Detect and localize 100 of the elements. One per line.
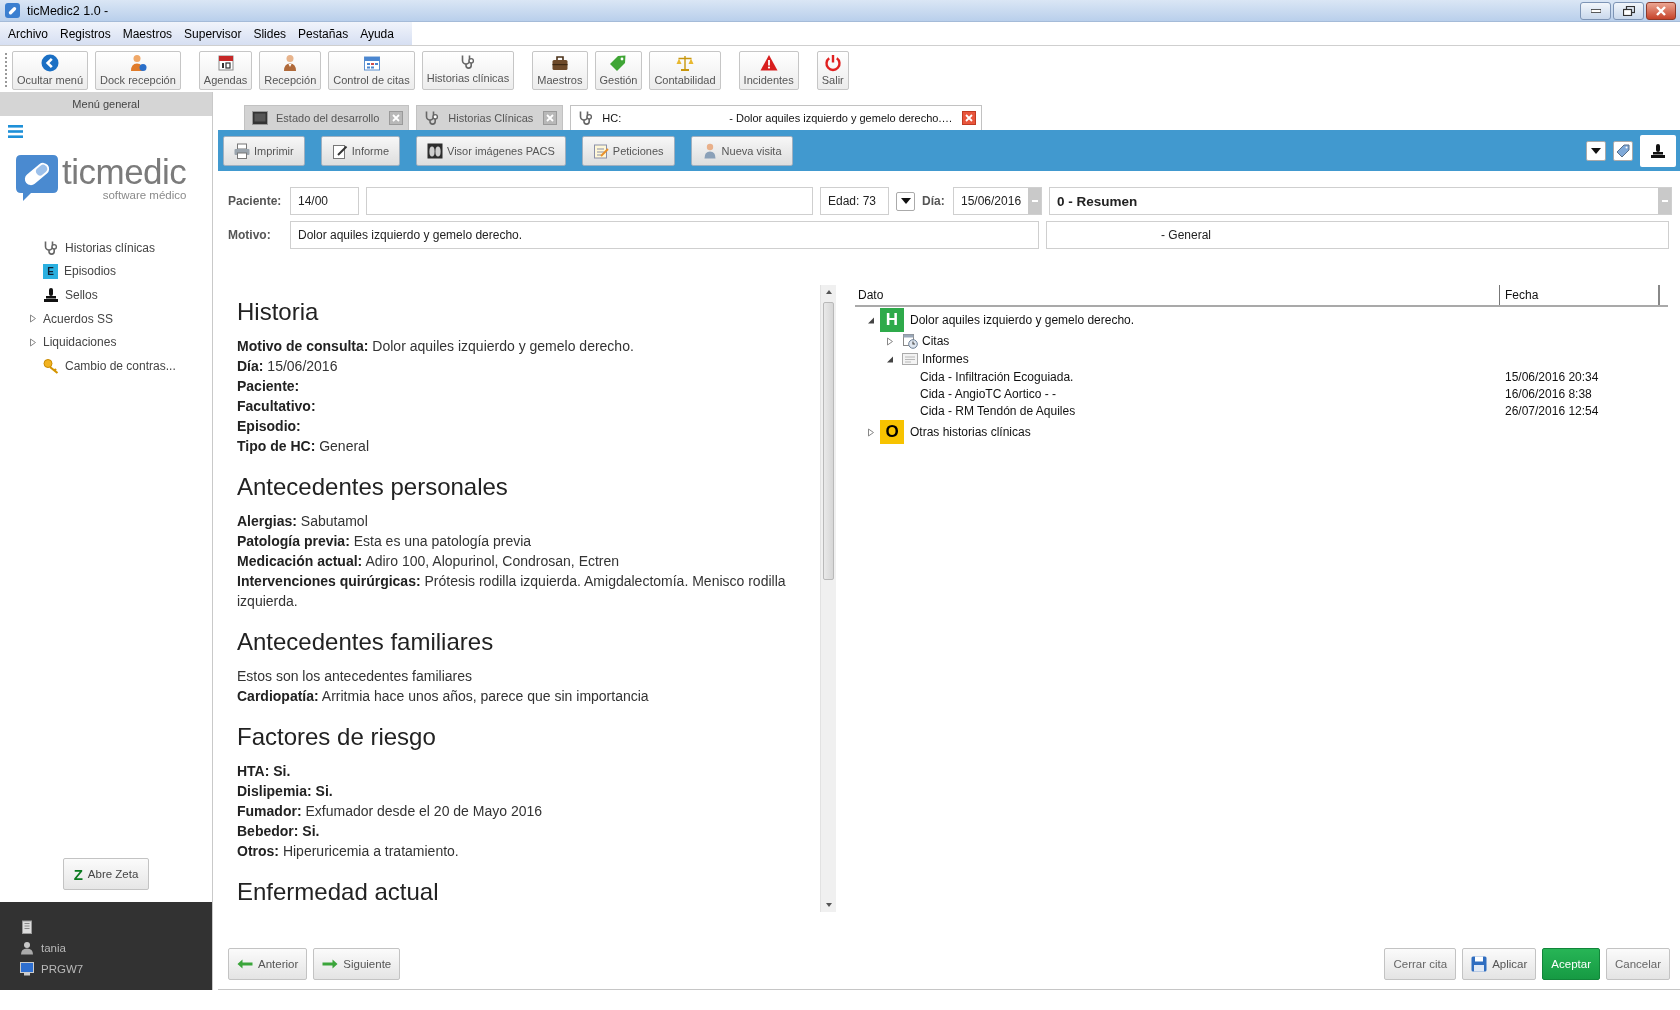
history-line: Alergias: Sabutamol bbox=[237, 512, 369, 531]
stethoscope-icon bbox=[578, 110, 595, 126]
monitor-icon bbox=[20, 961, 34, 976]
toolbar-button[interactable]: Dock recepción bbox=[95, 51, 181, 90]
sidebar-item[interactable]: Cambio de contras... bbox=[0, 353, 212, 378]
logo-text: ticmedic bbox=[62, 155, 187, 189]
menu-item[interactable]: Pestañas bbox=[292, 22, 355, 45]
scales-icon bbox=[676, 54, 694, 72]
minus-icon bbox=[1661, 200, 1668, 202]
sidebar-item[interactable]: Historias clínicas bbox=[0, 236, 212, 260]
sidebar-item[interactable]: E Episodios bbox=[0, 259, 212, 284]
history-line: Paciente: bbox=[237, 377, 301, 396]
dropdown-button[interactable] bbox=[896, 191, 915, 211]
caret-icon bbox=[900, 198, 911, 204]
menu-item[interactable]: Supervisor bbox=[178, 22, 248, 45]
toolbar-button[interactable]: Contabilidad bbox=[649, 51, 721, 90]
calendar-clock-icon bbox=[902, 333, 918, 349]
right-arrow-icon bbox=[322, 959, 339, 969]
section-select[interactable]: 0 - Resumen bbox=[1049, 187, 1672, 215]
restore-button[interactable] bbox=[1613, 1, 1644, 20]
toolbar-button[interactable]: Agendas bbox=[198, 51, 253, 90]
scrollbar[interactable] bbox=[820, 285, 836, 912]
toolbar-button[interactable]: Gestión bbox=[594, 51, 643, 90]
history-line: Facultativo: bbox=[237, 397, 317, 416]
zeta-button[interactable]: Z Abre Zeta bbox=[63, 858, 149, 890]
tree-item-label[interactable]: Cida - Infiltración Ecoguiada. bbox=[920, 369, 1074, 384]
toolbar-button[interactable]: Incidentes bbox=[738, 51, 799, 90]
dialog-button[interactable]: Cancelar bbox=[1605, 948, 1670, 980]
expand-arrow-icon[interactable] bbox=[867, 315, 875, 325]
menu-icon[interactable] bbox=[8, 125, 23, 138]
stethoscope-icon bbox=[43, 239, 59, 256]
dropdown-button[interactable] bbox=[1586, 140, 1606, 161]
tree-item-label[interactable]: Cida - AngioTC Aortico - - bbox=[920, 386, 1057, 401]
sidebar-item[interactable]: Liquidaciones bbox=[0, 330, 212, 354]
section-heading: Enfermedad actual bbox=[237, 879, 440, 905]
tree-item-label[interactable]: Dolor aquiles izquierdo y gemelo derecho. bbox=[910, 313, 1135, 327]
close-button[interactable] bbox=[1646, 1, 1676, 20]
minimize-button[interactable] bbox=[1580, 1, 1611, 20]
toolbar-button[interactable]: Imprimir bbox=[223, 135, 305, 166]
tree-item-label[interactable]: Informes bbox=[922, 352, 969, 366]
menu-item[interactable]: Archivo bbox=[2, 22, 54, 45]
tree-item-label[interactable]: Citas bbox=[922, 334, 950, 348]
date-field[interactable]: 15/06/2016 bbox=[953, 187, 1042, 215]
history-line: Tipo de HC: General bbox=[237, 437, 370, 456]
doctor-field[interactable]: - General bbox=[1046, 221, 1669, 249]
toolbar-button[interactable]: Salir bbox=[816, 51, 849, 90]
patient-id-field[interactable]: 14/00 bbox=[290, 187, 359, 215]
panel-header: Menú general bbox=[0, 92, 212, 116]
sidebar-item[interactable]: Sellos bbox=[0, 283, 212, 307]
scroll-thumb[interactable] bbox=[823, 302, 834, 580]
restore-icon bbox=[1622, 5, 1635, 16]
stamp-icon bbox=[1650, 142, 1666, 159]
menu-item[interactable]: Registros bbox=[54, 22, 117, 45]
close-icon[interactable] bbox=[543, 111, 558, 125]
close-icon[interactable] bbox=[389, 111, 404, 125]
toolbar-button[interactable]: Control de citas bbox=[328, 51, 415, 90]
minus-icon bbox=[1031, 200, 1038, 202]
printer-icon bbox=[234, 142, 250, 159]
history-line: HTA: Si. bbox=[237, 762, 292, 781]
toolbar-button[interactable]: Ocultar menú bbox=[12, 51, 89, 90]
toolbar-button[interactable]: Recepción bbox=[259, 51, 322, 90]
toolbar-button[interactable]: Historias clínicas bbox=[421, 51, 515, 90]
column-header[interactable]: Dato bbox=[855, 285, 1500, 305]
form-label: Motivo: bbox=[228, 228, 272, 242]
date-cell-text: 16/06/2016 8:38 bbox=[1504, 386, 1592, 401]
toolbar-button[interactable]: Maestros bbox=[532, 51, 588, 90]
toolbar-button[interactable]: Peticiones bbox=[581, 135, 675, 166]
tree-item-label[interactable]: Otras historias clínicas bbox=[910, 425, 1031, 439]
menu-item[interactable]: Slides bbox=[247, 22, 293, 45]
tree-item-label[interactable]: Cida - RM Tendón de Aquiles bbox=[920, 403, 1076, 418]
calendar-icon bbox=[216, 54, 235, 72]
toolbar-button[interactable]: Visor imágenes PACS bbox=[416, 135, 566, 166]
reason-field[interactable]: Dolor aquiles izquierdo y gemelo derecho. bbox=[290, 221, 1039, 249]
power-icon bbox=[823, 54, 842, 72]
tab[interactable]: HC: - Dolor aquiles izquierdo y gemelo derecho.… bbox=[570, 105, 983, 130]
age-field[interactable]: Edad: 73 bbox=[820, 187, 889, 215]
sidebar-item[interactable]: Acuerdos SS bbox=[0, 306, 212, 331]
history-line: Motivo de consulta: Dolor aquiles izquierdo y gemelo derecho. bbox=[237, 337, 635, 356]
date-cell-text: 26/07/2016 12:54 bbox=[1504, 403, 1599, 418]
nav-button[interactable]: Siguiente bbox=[313, 948, 401, 980]
column-header[interactable]: Fecha bbox=[1500, 285, 1660, 305]
toolbar-button[interactable]: Informe bbox=[320, 135, 400, 166]
patient-name-field[interactable] bbox=[366, 187, 813, 215]
logo-tagline: software médico bbox=[102, 189, 187, 202]
close-icon[interactable] bbox=[962, 111, 977, 125]
nav-button[interactable]: Anterior bbox=[228, 948, 308, 980]
apply-button[interactable]: Aplicar bbox=[1462, 948, 1537, 980]
tab[interactable]: Estado del desarrollo bbox=[244, 105, 410, 130]
toolbar-button[interactable]: Nueva visita bbox=[690, 135, 793, 166]
minimize-icon bbox=[1590, 8, 1601, 13]
history-line: Episodio: bbox=[237, 417, 302, 436]
menu-item[interactable]: Maestros bbox=[116, 22, 179, 45]
stamp-button[interactable] bbox=[1640, 134, 1676, 167]
expand-arrow-icon[interactable] bbox=[886, 354, 894, 364]
tag-button[interactable] bbox=[1613, 140, 1633, 161]
caret-icon bbox=[1591, 147, 1601, 154]
tab[interactable]: Historias Clínicas bbox=[416, 105, 564, 130]
dialog-button[interactable]: Cerrar cita bbox=[1384, 948, 1457, 980]
menu-item[interactable]: Ayuda bbox=[354, 22, 400, 45]
letter-icon: Z bbox=[73, 865, 83, 883]
